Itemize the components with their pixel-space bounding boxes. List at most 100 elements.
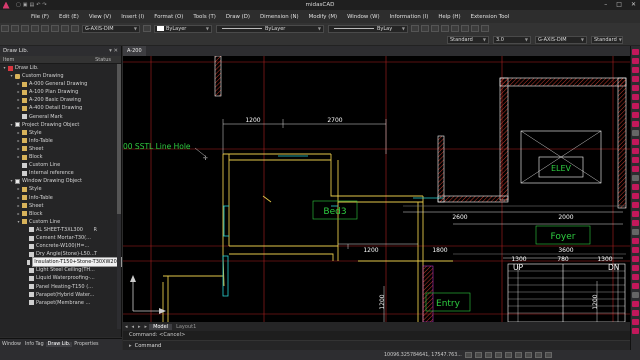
tab-properties[interactable]: Properties <box>72 342 100 347</box>
modify-tool-icon[interactable] <box>632 274 639 280</box>
expand-icon[interactable]: ▸ <box>16 194 21 202</box>
stair-label-dn[interactable]: DN <box>608 263 619 272</box>
menu-edit[interactable]: Edit (E) <box>54 14 84 20</box>
collapse-icon[interactable]: ▾ <box>9 121 14 129</box>
column-item[interactable]: Item <box>3 57 14 63</box>
draw-tool-icon[interactable] <box>632 49 639 55</box>
modify-tool-icon[interactable] <box>632 130 639 136</box>
menu-extension-tool[interactable]: Extension Tool <box>466 14 515 20</box>
tab-layout1[interactable]: Layout1 <box>172 324 200 330</box>
tree-item[interactable]: ▾ Window Drawing Object <box>0 177 122 185</box>
tab-info-tag[interactable]: Info Tag <box>23 342 46 347</box>
room-label-entry[interactable]: Entry <box>436 299 461 309</box>
linetype-dropdown[interactable]: ByLayer ▼ <box>216 24 324 33</box>
tree-item[interactable]: ▸ Sheet <box>0 202 122 210</box>
draw-tool-icon[interactable] <box>632 67 639 73</box>
otrack-toggle-icon[interactable] <box>514 352 522 358</box>
tree-item[interactable]: ▾ Custom Line <box>0 218 122 226</box>
tool-icon-4[interactable] <box>441 25 449 32</box>
lineweight-toggle-icon[interactable] <box>524 352 532 358</box>
modify-tool-icon[interactable] <box>632 184 639 190</box>
undo-icon[interactable]: ↶ <box>36 2 40 8</box>
color-dropdown[interactable]: ByLayer ▼ <box>154 24 212 33</box>
osnap-toggle-icon[interactable] <box>504 352 512 358</box>
tree-item[interactable]: Parapet(Hybrid Water... <box>0 291 122 299</box>
menu-modify[interactable]: Modify (M) <box>304 14 342 20</box>
tree-item[interactable]: ▸ A-000 General Drawing <box>0 80 122 88</box>
tree-item[interactable]: General Mark <box>0 113 122 121</box>
expand-icon[interactable]: ▸ <box>16 80 21 88</box>
modify-tool-icon[interactable] <box>632 139 639 145</box>
modify-tool-icon[interactable] <box>632 328 639 334</box>
modify-tool-icon[interactable] <box>632 220 639 226</box>
expand-icon[interactable]: ▸ <box>16 185 21 193</box>
drawing-canvas[interactable]: Bed3 ELEV Foyer Entry UP DN 00 SSTL Line… <box>123 56 630 322</box>
modify-tool-icon[interactable] <box>632 319 639 325</box>
draw-tool-icon[interactable] <box>632 85 639 91</box>
close-icon[interactable]: ✕ <box>631 0 636 10</box>
modify-tool-icon[interactable] <box>632 265 639 271</box>
draw-tool-icon[interactable] <box>632 76 639 82</box>
modify-tool-icon[interactable] <box>632 193 639 199</box>
checkbox-icon[interactable] <box>15 122 20 128</box>
room-label-foyer[interactable]: Foyer <box>551 232 576 242</box>
modify-tool-icon[interactable] <box>632 283 639 289</box>
tree-item[interactable]: Insulation-T150+Stone-T30XW200 <box>0 257 122 268</box>
modify-tool-icon[interactable] <box>632 166 639 172</box>
paste-icon[interactable] <box>61 25 69 32</box>
tree-item[interactable]: ▸ Sheet <box>0 145 122 153</box>
tree-item[interactable]: Concrete-W100(H=... <box>0 242 122 250</box>
expand-icon[interactable]: ▸ <box>16 202 21 210</box>
app-logo-icon[interactable] <box>0 0 12 10</box>
layer-state-icon[interactable] <box>143 25 151 32</box>
snap-toggle-icon[interactable] <box>464 352 472 358</box>
tree-item[interactable]: ▸ A-200 Basic Drawing <box>0 96 122 104</box>
collapse-icon[interactable]: ▾ <box>2 64 7 72</box>
tree-item[interactable]: Parapet(Membrane ... <box>0 299 122 307</box>
menu-insert[interactable]: Insert (I) <box>116 14 149 20</box>
tool-icon-2[interactable] <box>421 25 429 32</box>
modify-tool-icon[interactable] <box>632 229 639 235</box>
tree-scrollbar[interactable] <box>117 64 121 329</box>
tab-draw-lib[interactable]: Draw Lib. <box>45 342 73 347</box>
expand-icon[interactable]: ▸ <box>16 153 21 161</box>
open-icon[interactable] <box>11 25 19 32</box>
modify-tool-icon[interactable] <box>632 310 639 316</box>
modify-tool-icon[interactable] <box>632 238 639 244</box>
expand-icon[interactable]: ▸ <box>16 129 21 137</box>
tree-item[interactable]: Custom Line <box>0 161 122 169</box>
draw-tool-icon[interactable] <box>632 58 639 64</box>
open-folder-icon[interactable]: ▣ <box>23 2 28 8</box>
tree-item[interactable]: ▾ Project Drawing Object <box>0 121 122 129</box>
save-icon[interactable] <box>21 25 29 32</box>
expand-icon[interactable]: ▸ <box>16 104 21 112</box>
draw-tool-icon[interactable] <box>632 103 639 109</box>
expand-icon[interactable]: ▸ <box>16 88 21 96</box>
pin-icon[interactable]: ▾ ✕ <box>109 48 118 54</box>
expand-icon[interactable]: ▸ <box>16 96 21 104</box>
tree-item[interactable]: Liquid Waterproofing-... <box>0 274 122 282</box>
modify-tool-icon[interactable] <box>632 256 639 262</box>
modify-tool-icon[interactable] <box>632 247 639 253</box>
menu-information[interactable]: Information (I) <box>385 14 434 20</box>
menu-view[interactable]: View (V) <box>84 14 116 20</box>
collapse-icon[interactable]: ▾ <box>9 177 14 185</box>
menu-draw[interactable]: Draw (D) <box>221 14 255 20</box>
tree-item[interactable]: ▸ Style <box>0 129 122 137</box>
tool-icon-8[interactable] <box>481 25 489 32</box>
layer-dropdown[interactable]: G-AXIS-DIM ▼ <box>82 24 140 33</box>
dim-layer-dropdown[interactable]: G-AXIS-DIM ▼ <box>535 35 587 44</box>
new-file-icon[interactable]: ▢ <box>16 2 21 8</box>
scrollbar-thumb[interactable] <box>117 64 121 214</box>
dim-style-dropdown[interactable]: Standard ▼ <box>591 35 623 44</box>
tree-item[interactable]: ▸ Style <box>0 185 122 193</box>
menu-dimension[interactable]: Dimension (N) <box>255 14 304 20</box>
column-status[interactable]: Status <box>95 57 111 63</box>
tool-icon-1[interactable] <box>411 25 419 32</box>
grid-toggle-icon[interactable] <box>474 352 482 358</box>
stair-label-up[interactable]: UP <box>513 263 523 272</box>
expand-icon[interactable]: ▸ <box>16 210 21 218</box>
new-icon[interactable] <box>1 25 9 32</box>
callout-text[interactable]: 00 SSTL Line Hole <box>123 142 191 151</box>
model-toggle-icon[interactable] <box>534 352 542 358</box>
